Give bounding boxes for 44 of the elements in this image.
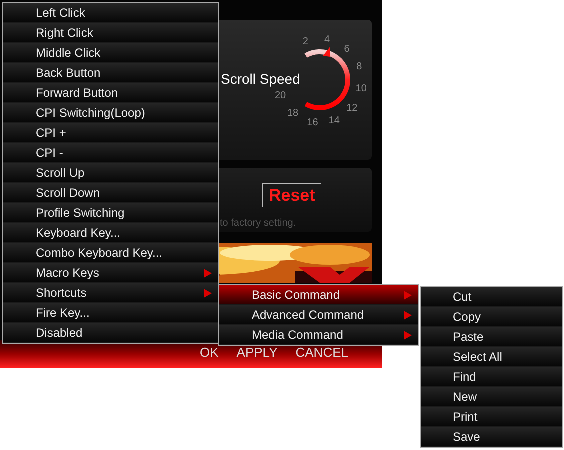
menu-item[interactable]: Paste: [421, 327, 562, 347]
menu-item[interactable]: Scroll Down: [3, 183, 218, 203]
menu-item[interactable]: Back Button: [3, 63, 218, 83]
menu-item[interactable]: Middle Click: [3, 43, 218, 63]
menu-item[interactable]: Keyboard Key...: [3, 223, 218, 243]
tick-label: 4: [324, 34, 330, 46]
menu-item[interactable]: Fire Key...: [3, 303, 218, 323]
menu-item[interactable]: Save: [421, 427, 562, 447]
tick-label: 16: [307, 117, 318, 127]
scroll-speed-label: Scroll Speed: [221, 72, 300, 86]
menu-item[interactable]: Left Click: [3, 3, 218, 23]
menu-item[interactable]: CPI Switching(Loop): [3, 103, 218, 123]
menu-item[interactable]: Find: [421, 367, 562, 387]
menu-item[interactable]: Cut: [421, 287, 562, 307]
menu-item[interactable]: Copy: [421, 307, 562, 327]
reset-button[interactable]: Reset: [262, 183, 322, 207]
dialog-button[interactable]: CANCEL: [296, 346, 348, 359]
tick-label: 6: [344, 44, 350, 55]
menu-item[interactable]: New: [421, 387, 562, 407]
menu-item[interactable]: Advanced Command: [219, 305, 418, 325]
reset-hint: to factory setting.: [220, 217, 296, 231]
tick-label: 18: [287, 108, 299, 120]
menu-item[interactable]: Media Command: [219, 325, 418, 345]
tick-label: 8: [356, 62, 362, 73]
tick-label: 20: [274, 90, 286, 102]
menu-item[interactable]: CPI +: [3, 123, 218, 143]
menu-item[interactable]: Combo Keyboard Key...: [3, 243, 218, 263]
tick-label: 2: [302, 36, 308, 48]
tick-label: 12: [346, 103, 358, 114]
menu-item[interactable]: Forward Button: [3, 83, 218, 103]
menu-item[interactable]: Scroll Up: [3, 163, 218, 183]
menu-item[interactable]: Right Click: [3, 23, 218, 43]
menu-item[interactable]: Disabled: [3, 323, 218, 343]
menu-item[interactable]: Macro Keys: [3, 263, 218, 283]
menu-item[interactable]: Select All: [421, 347, 562, 367]
dialog-button[interactable]: OK: [200, 346, 219, 359]
menu-item[interactable]: Print: [421, 407, 562, 427]
menu-item[interactable]: Shortcuts: [3, 283, 218, 303]
menu-item[interactable]: CPI -: [3, 143, 218, 163]
tick-label: 14: [328, 115, 340, 126]
menu-item[interactable]: Basic Command: [219, 285, 418, 305]
dialog-button[interactable]: APPLY: [236, 346, 278, 359]
menu-item[interactable]: Profile Switching: [3, 203, 218, 223]
dial-pointer-icon[interactable]: [323, 46, 330, 57]
